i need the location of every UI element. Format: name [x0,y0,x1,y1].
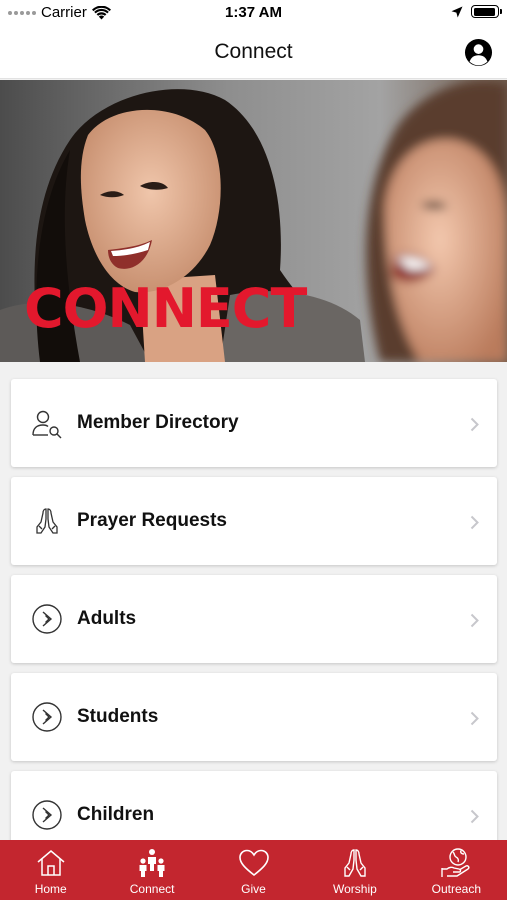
menu-item-member-directory[interactable]: Member Directory [11,379,497,467]
menu-item-label: Adults [77,608,137,629]
tab-bar: Home Connect Give Worship Outreach [0,840,507,900]
menu-item-label: Prayer Requests [77,510,227,531]
praying-hands-icon [36,508,58,534]
menu-item-label: Member Directory [77,412,239,433]
circle-chevron-icon [32,800,62,830]
chevron-right-icon [470,809,479,824]
menu-item-students[interactable]: Students [11,673,497,761]
location-arrow-icon [451,6,463,17]
home-icon [37,850,65,876]
menu-item-label: Children [77,804,155,825]
tab-outreach[interactable]: Outreach [406,840,507,900]
navigation-bar: Connect [0,26,507,79]
globe-hand-icon [441,848,470,877]
menu-item-adults[interactable]: Adults [11,575,497,663]
circle-chevron-icon [32,702,62,732]
status-bar: Carrier 1:37 AM [0,0,507,26]
battery-icon [471,5,502,18]
tab-home[interactable]: Home [0,840,101,900]
chevron-right-icon [470,515,479,530]
chevron-right-icon [470,417,479,432]
tab-give[interactable]: Give [203,840,304,900]
hero-heading: CONNECT [24,277,307,340]
tab-label: Home [34,882,67,896]
profile-icon[interactable] [464,38,493,67]
page-title: Connect [214,40,293,63]
menu-item-children[interactable]: Children [11,771,497,840]
tab-label: Outreach [431,882,481,896]
chevron-right-icon [470,613,479,628]
battery-level [473,7,496,16]
tab-label: Give [241,882,266,896]
member-search-icon [32,410,62,439]
praying-hands-icon [344,849,366,877]
tab-worship[interactable]: Worship [304,840,405,900]
tab-label: Worship [333,882,377,896]
connect-menu-list: Member Directory Prayer Requests Adults … [0,362,507,840]
status-time: 1:37 AM [225,4,282,21]
circle-chevron-icon [32,604,62,634]
menu-item-label: Students [77,706,159,727]
chevron-right-icon [470,711,479,726]
people-icon [139,849,165,877]
heart-icon [238,849,269,877]
tab-connect[interactable]: Connect [101,840,202,900]
tab-label: Connect [129,882,175,896]
status-right [451,5,502,18]
hero-banner: CONNECT [0,80,507,362]
menu-item-prayer-requests[interactable]: Prayer Requests [11,477,497,565]
